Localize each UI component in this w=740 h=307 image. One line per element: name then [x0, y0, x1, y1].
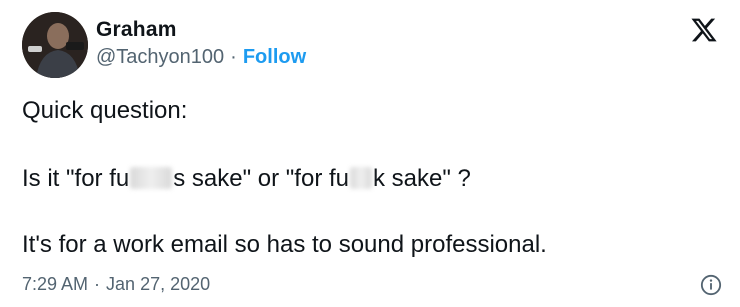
author-handle[interactable]: @Tachyon100: [96, 46, 224, 68]
censor-blur: [130, 167, 173, 189]
separator-dot: ·: [94, 274, 101, 294]
tweet-date: Jan 27, 2020: [106, 274, 211, 294]
tweet-text-line-1: Quick question:: [22, 97, 188, 124]
author-name[interactable]: Graham: [96, 18, 177, 42]
tweet-card: Graham @Tachyon100 · Follow Quick question…: [0, 0, 740, 307]
separator-dot: ·: [230, 46, 237, 68]
tweet-text-fragment: Is it "for fu: [22, 165, 130, 192]
follow-button[interactable]: Follow: [243, 46, 306, 68]
tweet-timestamp[interactable]: 7:29 AM · Jan 27, 2020: [22, 274, 210, 295]
tweet-text-line-2: Is it "for fu s sake" or "for fu k sake" ?: [22, 164, 471, 194]
tweet-time: 7:29 AM: [22, 274, 89, 294]
author-handle-row: @Tachyon100 · Follow: [96, 46, 306, 69]
tweet-text-line-3: It's for a work email so has to sound pr…: [22, 231, 547, 258]
censor-blur: [350, 167, 372, 189]
x-logo-icon[interactable]: [690, 16, 718, 44]
avatar-photo: [22, 12, 88, 78]
info-icon[interactable]: [700, 274, 722, 296]
tweet-text-fragment: s sake" or "for fu: [173, 165, 349, 192]
tweet-text-fragment: k sake" ?: [373, 165, 471, 192]
avatar[interactable]: [22, 12, 88, 78]
